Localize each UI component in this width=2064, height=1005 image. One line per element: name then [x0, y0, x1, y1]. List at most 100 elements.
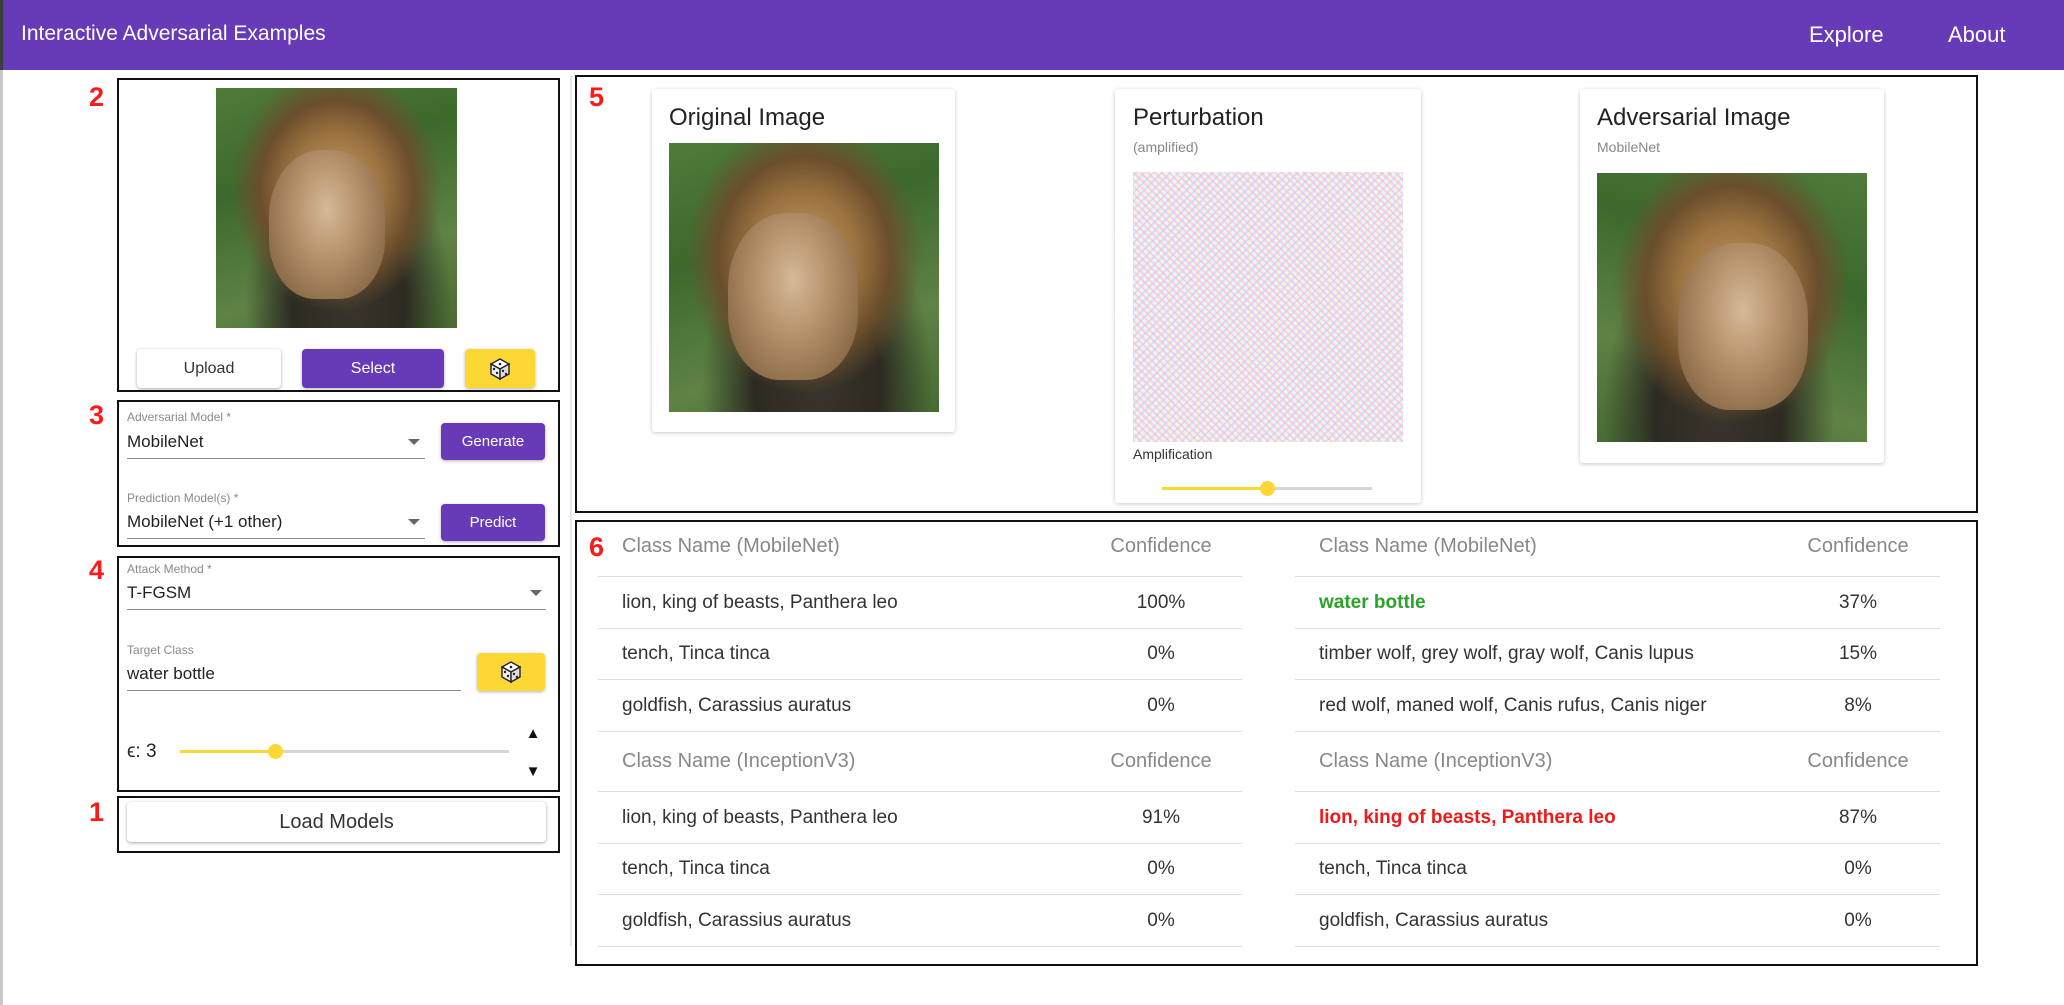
table-cell-class: red wolf, maned wolf, Canis rufus, Canis… — [1319, 695, 1707, 716]
prediction-models-underline — [127, 538, 425, 539]
table-header-class: Class Name (InceptionV3) — [622, 750, 856, 772]
prediction-models-dropdown-icon[interactable] — [408, 519, 420, 525]
amplification-slider-fill — [1162, 487, 1267, 490]
upload-button[interactable]: Upload — [137, 349, 281, 388]
adversarial-image-title: Adversarial Image — [1597, 104, 1791, 131]
amplification-slider[interactable] — [1162, 481, 1372, 497]
table-cell-confidence: 0% — [1147, 643, 1175, 664]
table-cell-confidence: 37% — [1838, 592, 1878, 613]
table-cell-class: goldfish, Carassius auratus — [1319, 910, 1549, 931]
table-cell-confidence: 0% — [1147, 858, 1175, 879]
table-cell-class: goldfish, Carassius auratus — [622, 910, 852, 931]
table-cell-confidence: 0% — [1147, 695, 1175, 716]
table-divider — [598, 576, 1242, 577]
select-button[interactable]: Select — [302, 349, 444, 388]
perturbation-subtitle: (amplified) — [1133, 139, 1199, 155]
table-divider — [598, 894, 1242, 895]
amplification-label: Amplification — [1133, 446, 1213, 462]
table-divider — [1295, 731, 1940, 732]
table-header-confidence: Confidence — [1110, 535, 1212, 557]
table-cell-class: tench, Tinca tinca — [622, 643, 770, 664]
app-title: Interactive Adversarial Examples — [21, 22, 326, 45]
adversarial-image — [1597, 173, 1867, 442]
prediction-models-select[interactable]: MobileNet (+1 other) — [127, 512, 282, 532]
table-cell-confidence: 91% — [1141, 807, 1181, 828]
perturbation-title: Perturbation — [1133, 104, 1264, 131]
nav-explore-link[interactable]: Explore — [1809, 22, 1884, 48]
annotation-number-4: 4 — [89, 555, 105, 585]
epsilon-increment-button[interactable]: ▲ — [520, 718, 546, 748]
table-header-class: Class Name (MobileNet) — [622, 535, 840, 557]
table-cell-class: goldfish, Carassius auratus — [622, 695, 852, 716]
table-cell-confidence: 0% — [1844, 910, 1872, 931]
adversarial-model-underline — [127, 458, 425, 459]
generate-button[interactable]: Generate — [441, 423, 545, 460]
table-divider — [1295, 946, 1940, 947]
nav-about-link[interactable]: About — [1948, 22, 2006, 48]
load-models-button[interactable]: Load Models — [127, 802, 546, 842]
original-image-title: Original Image — [669, 104, 826, 131]
target-class-underline — [127, 690, 461, 691]
epsilon-decrement-button[interactable]: ▼ — [520, 756, 546, 786]
table-cell-class: lion, king of beasts, Panthera leo — [622, 592, 898, 613]
annotation-number-1: 1 — [89, 797, 105, 827]
table-cell-confidence: 0% — [1844, 858, 1872, 879]
panel-divider — [570, 76, 572, 946]
perturbation-image — [1133, 172, 1403, 442]
table-cell-class: water bottle — [1319, 592, 1426, 613]
table-divider — [598, 628, 1242, 629]
epsilon-label: ϵ: 3 — [127, 741, 157, 762]
epsilon-value: 3 — [145, 741, 157, 762]
epsilon-slider[interactable] — [180, 744, 509, 760]
table-cell-class: timber wolf, grey wolf, gray wolf, Canis… — [1319, 643, 1694, 664]
table-cell-class: lion, king of beasts, Panthera leo — [1319, 807, 1616, 828]
attack-method-select[interactable]: T-FGSM — [127, 583, 191, 603]
table-header-class: Class Name (MobileNet) — [1319, 535, 1537, 557]
table-divider — [1295, 843, 1940, 844]
adversarial-model-select[interactable]: MobileNet — [127, 432, 204, 452]
random-target-button[interactable] — [477, 653, 545, 691]
target-class-input[interactable]: water bottle — [127, 664, 215, 684]
perturbation-card: Perturbation (amplified) Amplification — [1115, 89, 1421, 503]
table-divider — [598, 791, 1242, 792]
table-cell-class: tench, Tinca tinca — [622, 858, 770, 879]
app-bar: Interactive Adversarial Examples Explore… — [0, 0, 2064, 70]
window-edge — [0, 70, 3, 1005]
adversarial-model-dropdown-icon[interactable] — [408, 439, 420, 445]
adversarial-image-subtitle: MobileNet — [1597, 139, 1661, 155]
table-cell-confidence: 8% — [1844, 695, 1872, 716]
table-divider — [1295, 894, 1940, 895]
table-divider — [598, 679, 1242, 680]
dice-icon — [500, 661, 522, 684]
attack-method-underline — [127, 609, 546, 610]
selected-image — [216, 88, 457, 328]
epsilon-slider-thumb[interactable] — [268, 744, 283, 759]
attack-method-label: Attack Method * — [127, 562, 212, 576]
prediction-results-panel — [575, 520, 1978, 966]
prediction-models-label: Prediction Model(s) * — [127, 491, 239, 505]
table-cell-confidence: 15% — [1838, 643, 1878, 664]
table-cell-confidence: 0% — [1147, 910, 1175, 931]
adversarial-image-card: Adversarial Image MobileNet — [1580, 89, 1884, 463]
table-header-confidence: Confidence — [1110, 750, 1212, 772]
adversarial-model-label: Adversarial Model * — [127, 410, 232, 424]
table-divider — [1295, 679, 1940, 680]
predict-button[interactable]: Predict — [441, 504, 545, 541]
table-header-confidence: Confidence — [1807, 750, 1909, 772]
table-divider — [1295, 791, 1940, 792]
table-divider — [598, 731, 1242, 732]
original-image — [669, 143, 939, 412]
random-image-button[interactable] — [465, 349, 535, 388]
table-divider — [1295, 628, 1940, 629]
annotation-number-2: 2 — [89, 82, 105, 112]
dice-icon — [489, 357, 511, 380]
table-cell-confidence: 87% — [1838, 807, 1878, 828]
table-cell-class: lion, king of beasts, Panthera leo — [622, 807, 898, 828]
table-cell-class: tench, Tinca tinca — [1319, 858, 1467, 879]
table-divider — [598, 843, 1242, 844]
table-header-class: Class Name (InceptionV3) — [1319, 750, 1553, 772]
amplification-slider-thumb[interactable] — [1260, 481, 1275, 496]
table-divider — [598, 946, 1242, 947]
table-header-confidence: Confidence — [1807, 535, 1909, 557]
attack-method-dropdown-icon[interactable] — [530, 590, 542, 596]
